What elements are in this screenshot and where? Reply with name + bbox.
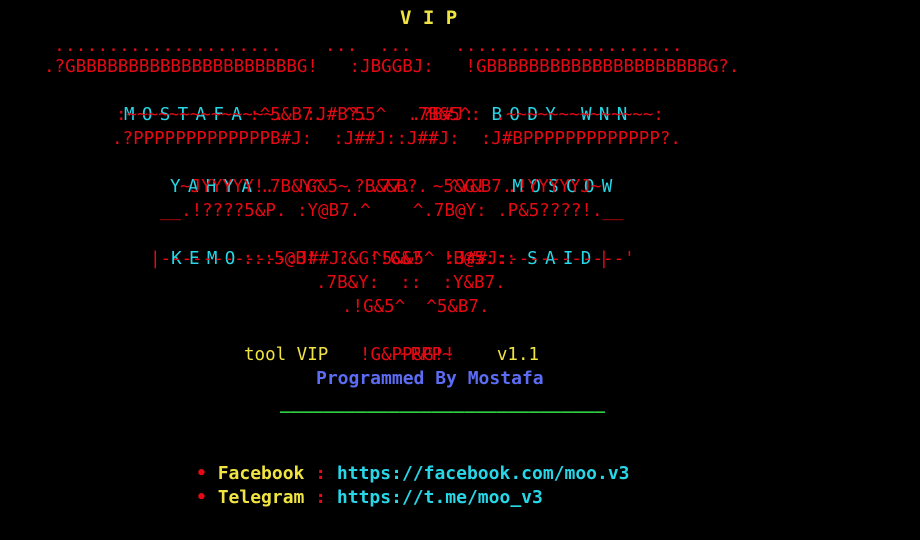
bullet-icon: •: [196, 487, 207, 508]
art-line-4: :~~~~~~~~~~~~~~. :J#B?. .?B#J: .~~~~~~~~…: [116, 105, 664, 125]
vip-title: V I P: [400, 7, 458, 29]
art-line-11: .7B&Y: :: :Y&B7.: [316, 273, 506, 293]
programmed-by: Programmed By Mostafa: [316, 368, 544, 389]
art-line-13: tool VIP !G&PP&G!! v1.1: [244, 319, 539, 367]
telegram-label: Telegram: [217, 487, 305, 508]
art-line-5: .?PPPPPPPPPPPPPB#J: :J##J::J##J: :J#BPPP…: [112, 129, 681, 149]
art-line-7: ~JYYYYY!. !G&5~ .77. ~5&G! .!YYYYYJ~: [180, 177, 602, 197]
art-line-10: '------------:J##J: ^5&&5^ :J##J:-------…: [150, 249, 635, 269]
art-line-14: ~PPP~: [400, 345, 453, 365]
art-line-2: .?GBBBBBBBBBBBBBBBBBBBBBG! :JBGGBJ: !GBB…: [44, 57, 740, 77]
art-line-12: .!G&5^ ^5&B7.: [342, 297, 490, 317]
telegram-url[interactable]: https://t.me/moo_v3: [337, 487, 543, 508]
separator-colon: :: [315, 487, 327, 508]
art-line-8: __.!????5&P. :Y@B7.^ ^.7B@Y: .P&5????!._…: [160, 201, 624, 221]
telegram-link-row[interactable]: • Telegram : https://t.me/moo_v3: [196, 462, 543, 510]
separator-rule: ______________________________: [280, 393, 606, 414]
tool-vip-label: tool VIP: [244, 345, 329, 365]
version-label: v1.1: [496, 345, 540, 365]
